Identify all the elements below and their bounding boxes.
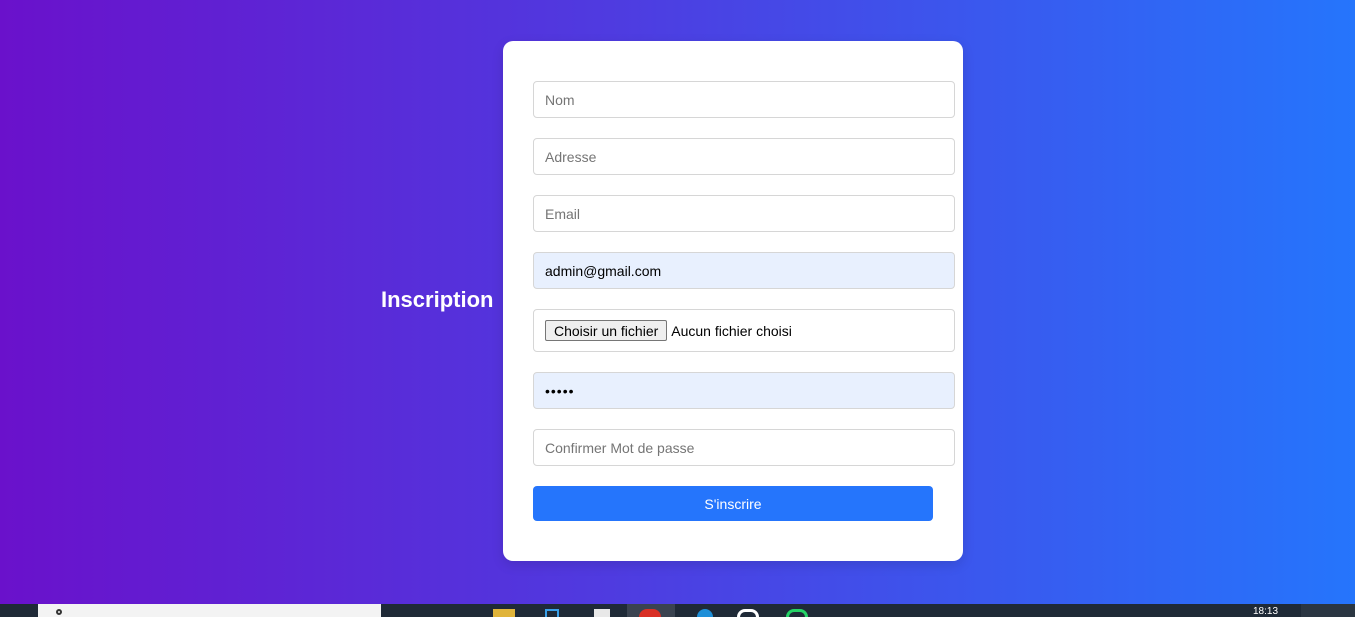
password-input[interactable]: ••••• — [533, 372, 955, 409]
file-input[interactable]: Choisir un fichier Aucun fichier choisi — [533, 309, 955, 352]
store-icon[interactable] — [545, 609, 559, 617]
taskbar-active-app[interactable] — [627, 604, 675, 617]
name-input[interactable]: Nom — [533, 81, 955, 118]
register-button[interactable]: S'inscrire — [533, 486, 933, 521]
whatsapp-icon[interactable] — [786, 609, 808, 617]
page-title: Inscription — [381, 287, 494, 312]
choose-file-button[interactable]: Choisir un fichier — [545, 320, 668, 341]
clock-time: 18:13 — [1253, 606, 1279, 617]
refresh-app-icon[interactable] — [737, 609, 759, 617]
taskbar: 18:13 — [0, 604, 1355, 617]
file-explorer-icon[interactable] — [493, 609, 515, 617]
email-input[interactable]: Email — [533, 195, 955, 232]
show-desktop-button[interactable] — [1301, 604, 1355, 617]
browser-icon — [639, 609, 661, 617]
edge-icon[interactable] — [697, 609, 713, 617]
registration-card: Nom Adresse Email admin@gmail.com Choisi… — [503, 41, 963, 561]
address-input[interactable]: Adresse — [533, 138, 955, 175]
email-autofill-input[interactable]: admin@gmail.com — [533, 252, 955, 289]
search-icon — [56, 609, 62, 615]
confirm-password-input[interactable]: Confirmer Mot de passe — [533, 429, 955, 466]
app-icon[interactable] — [594, 609, 610, 617]
password-mask: ••••• — [545, 382, 575, 399]
file-status-text: Aucun fichier choisi — [671, 322, 792, 339]
taskbar-search-box[interactable] — [38, 604, 381, 617]
